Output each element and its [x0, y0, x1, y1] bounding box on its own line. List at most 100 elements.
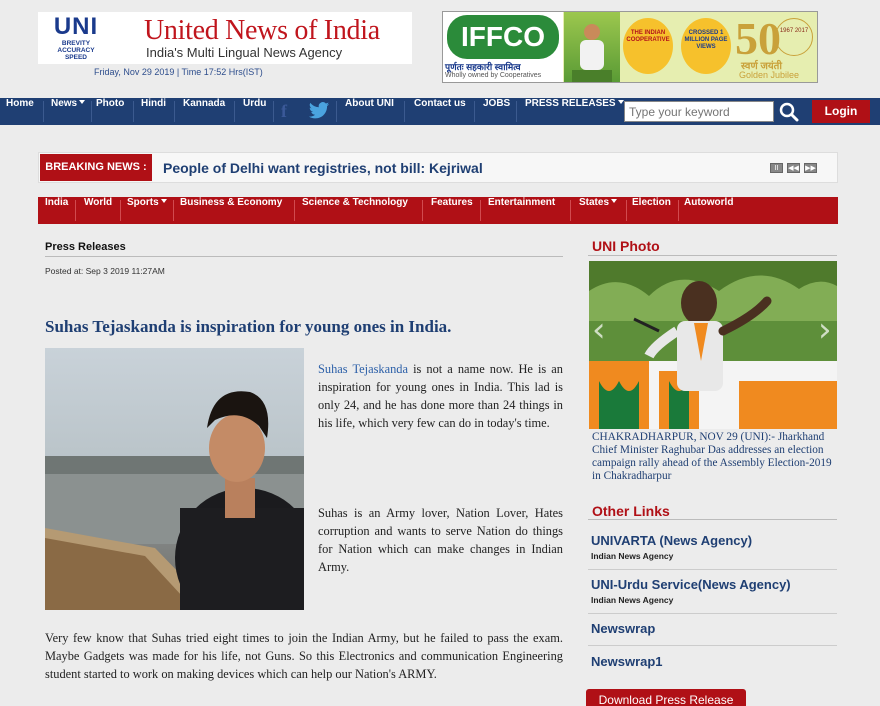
other-link-item[interactable]: UNI-Urdu Service(News Agency) Indian New… [591, 577, 791, 605]
nav-photo[interactable]: Photo [96, 98, 124, 125]
breaking-news-headline[interactable]: People of Delhi want registries, not bil… [163, 160, 483, 176]
nav-divider [120, 200, 121, 221]
photo-next-icon[interactable]: › [818, 310, 832, 350]
section-india[interactable]: India [45, 197, 68, 224]
nav-divider [133, 101, 134, 122]
person-link[interactable]: Suhas Tejaskanda [318, 362, 408, 376]
twitter-icon[interactable] [308, 101, 330, 121]
nav-divider [678, 200, 679, 221]
article-headline: Suhas Tejaskanda is inspiration for youn… [45, 317, 452, 336]
uni-photo-image[interactable] [589, 261, 837, 429]
login-button[interactable]: Login [812, 100, 870, 123]
rewind-icon[interactable]: ◀◀ [787, 163, 800, 173]
ad-golden-jubilee: Golden Jubilee [739, 70, 800, 80]
other-links-heading: Other Links [592, 503, 670, 519]
nav-news[interactable]: News [51, 98, 86, 125]
site-subtitle: India's Multi Lingual News Agency [146, 45, 343, 60]
download-press-release-button[interactable]: Download Press Release [586, 689, 746, 706]
section-election[interactable]: Election [632, 197, 671, 224]
ad-farmer-image [564, 12, 620, 82]
other-link-item[interactable]: Newswrap1 [591, 654, 663, 669]
nav-divider [75, 200, 76, 221]
article-photo [45, 348, 304, 610]
pause-icon[interactable]: II [770, 163, 783, 173]
logo-tagline: BREVITY [61, 40, 91, 47]
posted-date: Posted at: Sep 3 2019 11:27AM [45, 266, 165, 276]
article-paragraph: Suhas is an Army lover, Nation Lover, Ha… [318, 506, 563, 574]
breaking-news-label: BREAKING NEWS : [40, 154, 152, 181]
nav-divider [570, 200, 571, 221]
nav-divider [626, 200, 627, 221]
divider [588, 255, 837, 256]
link-name[interactable]: Newswrap [591, 621, 655, 636]
nav-divider [336, 101, 337, 122]
uni-photo-heading: UNI Photo [592, 238, 660, 254]
section-science[interactable]: Science & Technology [302, 197, 408, 224]
chevron-down-icon [160, 199, 167, 203]
page: UNI BREVITY ACCURACY SPEED United News o… [0, 0, 880, 706]
facebook-icon[interactable]: f [281, 102, 287, 120]
iffco-logo: IFFCO [447, 15, 559, 59]
nav-divider [516, 101, 517, 122]
breaking-news-bar: BREAKING NEWS : People of Delhi want reg… [38, 152, 838, 183]
nav-about[interactable]: About UNI [345, 98, 394, 125]
divider [45, 256, 563, 257]
site-title: United News of India [144, 15, 380, 46]
other-link-item[interactable]: Newswrap [591, 621, 655, 636]
ad-badge-million: CROSSED 1 MILLION PAGE VIEWS [681, 18, 731, 74]
ad-brand-panel: IFFCO पूर्णतः सहकारी स्वामित्व Wholly ow… [443, 12, 563, 82]
iffco-ad-banner[interactable]: IFFCO पूर्णतः सहकारी स्वामित्व Wholly ow… [442, 11, 818, 83]
nav-divider [480, 200, 481, 221]
section-entertainment[interactable]: Entertainment [488, 197, 555, 224]
other-link-item[interactable]: UNIVARTA (News Agency) Indian News Agenc… [591, 533, 752, 561]
ad-years-badge: 1967 2017 [775, 18, 813, 56]
nav-press-releases[interactable]: PRESS RELEASES [525, 98, 624, 125]
section-sports[interactable]: Sports [127, 197, 167, 224]
nav-divider [43, 101, 44, 122]
divider [588, 613, 837, 614]
section-states[interactable]: States [579, 197, 618, 224]
logo-tagline: ACCURACY [57, 47, 95, 54]
nav-divider [474, 101, 475, 122]
nav-jobs[interactable]: JOBS [483, 98, 510, 125]
divider [588, 569, 837, 570]
nav-contact[interactable]: Contact us [414, 98, 466, 125]
nav-divider [174, 101, 175, 122]
fast-forward-icon[interactable]: ▶▶ [804, 163, 817, 173]
chevron-down-icon [611, 199, 618, 203]
ad-badge-cooperative: THE INDIAN COOPERATIVE [623, 18, 673, 74]
nav-divider [294, 200, 295, 221]
nav-hindi[interactable]: Hindi [141, 98, 166, 125]
nav-press-label: PRESS RELEASES [525, 98, 616, 109]
section-world[interactable]: World [84, 197, 112, 224]
nav-kannada[interactable]: Kannada [183, 98, 225, 125]
link-name[interactable]: Newswrap1 [591, 654, 663, 669]
section-navigation: India World Sports Business & Economy Sc… [38, 197, 838, 224]
link-subtitle: Indian News Agency [591, 595, 674, 605]
ad-owned-text: Wholly owned by Cooperatives [445, 72, 542, 79]
section-features[interactable]: Features [431, 197, 473, 224]
search-icon[interactable] [778, 101, 800, 122]
search-input[interactable] [624, 101, 774, 122]
nav-news-label: News [51, 98, 78, 109]
nav-home[interactable]: Home [6, 98, 34, 125]
logo-tagline: SPEED [64, 54, 88, 61]
nav-divider [422, 200, 423, 221]
section-sports-label: Sports [127, 197, 159, 208]
uni-logo-text: UNI [53, 13, 99, 40]
chevron-down-icon [617, 100, 624, 104]
link-subtitle: Indian News Agency [591, 551, 674, 561]
link-name[interactable]: UNI-Urdu Service(News Agency) [591, 577, 791, 592]
site-logo[interactable]: UNI BREVITY ACCURACY SPEED United News o… [38, 12, 412, 64]
section-business[interactable]: Business & Economy [180, 197, 282, 224]
nav-divider [91, 101, 92, 122]
photo-caption[interactable]: CHAKRADHARPUR, NOV 29 (UNI):- Jharkhand … [592, 431, 836, 483]
section-title: Press Releases [45, 241, 126, 253]
divider [588, 645, 837, 646]
nav-urdu[interactable]: Urdu [243, 98, 266, 125]
section-autoworld[interactable]: Autoworld [684, 197, 733, 224]
link-name[interactable]: UNIVARTA (News Agency) [591, 533, 752, 548]
nav-divider [404, 101, 405, 122]
article-paragraph: Very few know that Suhas tried eight tim… [45, 631, 563, 681]
photo-prev-icon[interactable]: ‹ [592, 310, 606, 350]
